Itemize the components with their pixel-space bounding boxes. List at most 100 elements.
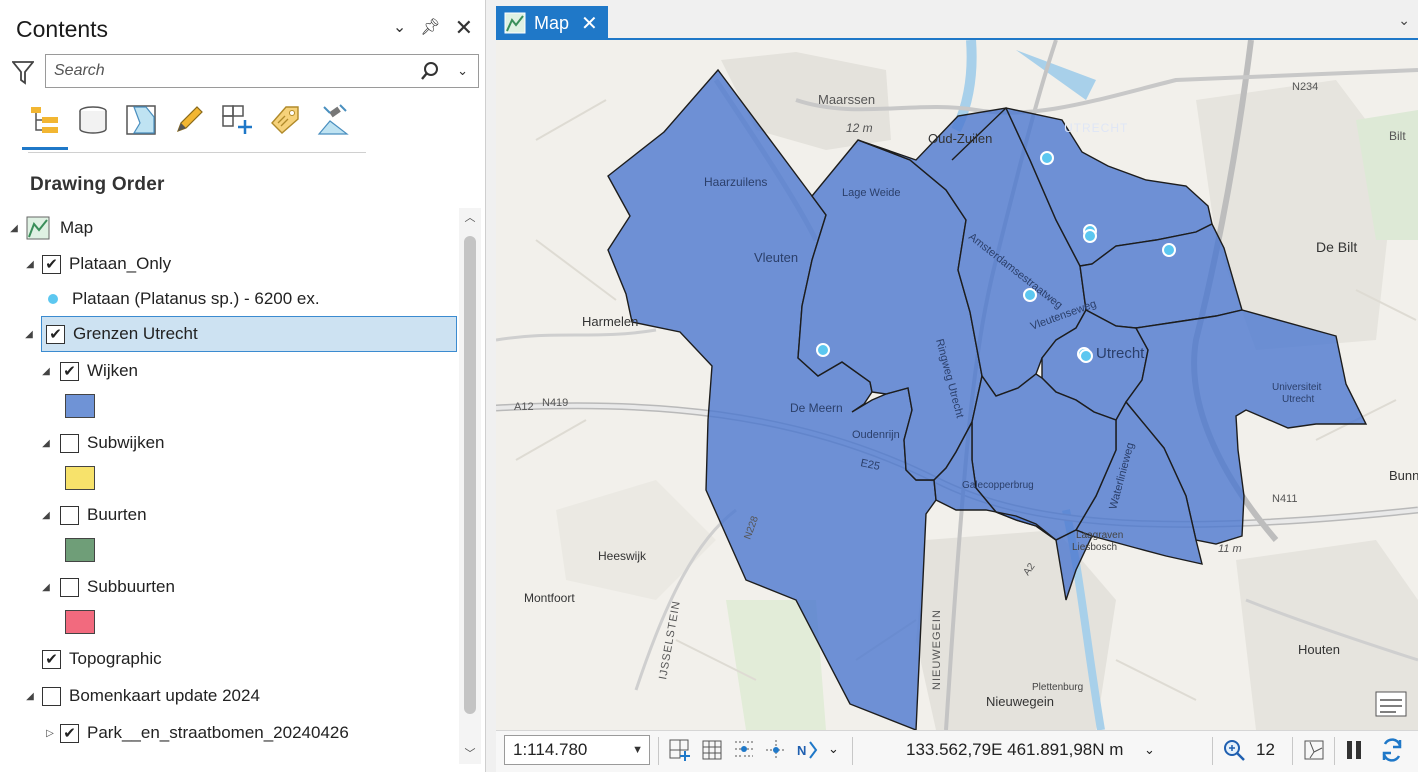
search-input[interactable] (54, 61, 414, 81)
visibility-checkbox[interactable]: ✔ (46, 324, 65, 344)
grid-guides-icon[interactable] (668, 738, 692, 762)
filter-icon[interactable] (12, 59, 34, 85)
close-icon[interactable]: ✕ (455, 17, 473, 39)
scale-dropdown-caret-icon[interactable]: ▼ (632, 736, 643, 764)
map-svg[interactable]: Maarssen 12 m Oud-Zuilen UTRECHT N234 Bi… (496, 40, 1418, 730)
tree-node-bomenkaart[interactable]: ◢ Bomenkaart update 2024 (24, 678, 260, 714)
refresh-icon[interactable] (1380, 738, 1404, 762)
label-maarssen: Maarssen (818, 92, 875, 107)
collapse-arrow-icon[interactable]: ◢ (24, 329, 34, 340)
search-icon[interactable] (420, 61, 440, 81)
expand-arrow-icon[interactable]: ▷ (44, 728, 56, 739)
subbuurten-swatch[interactable] (65, 610, 95, 634)
label-nieuwegein: Nieuwegein (986, 694, 1054, 709)
label-utrecht: Utrecht (1096, 345, 1145, 362)
north-arrow-icon[interactable]: N (796, 738, 820, 762)
collapse-arrow-icon[interactable]: ◢ (8, 223, 20, 234)
scroll-up-icon[interactable]: ︿ (459, 208, 481, 228)
tree-node-buurten[interactable]: ◢ Buurten (40, 497, 147, 533)
layer-label: Subwijken (87, 433, 165, 452)
point-symbol-icon (48, 294, 58, 304)
tree-node-map[interactable]: ◢ Map (8, 210, 93, 246)
layer-label: Park__en_straatbomen_20240426 (87, 723, 349, 742)
visibility-checkbox[interactable]: ✔ (42, 254, 61, 274)
visibility-checkbox[interactable]: ✔ (42, 649, 61, 669)
contents-scrollbar[interactable]: ︿ ﹀ (459, 208, 481, 764)
tab-overflow-chevron-icon[interactable]: ⌄ (1398, 12, 1410, 29)
visibility-checkbox[interactable]: ✔ (60, 723, 79, 743)
tree-node-subbuurten[interactable]: ◢ Subbuurten (40, 569, 175, 605)
plataan-point[interactable] (1040, 151, 1054, 165)
label-n419: N419 (542, 397, 568, 409)
collapse-arrow-icon[interactable]: ◢ (24, 691, 36, 702)
grid-icon[interactable] (700, 738, 724, 762)
map-view-pane: Map ✕ ⌄ Maarssen 12 m Oud-Zuilen UTRECHT… (494, 0, 1418, 772)
legend-label: Plataan (Platanus sp.) - 6200 ex. (72, 289, 320, 308)
visibility-checkbox[interactable] (60, 505, 79, 525)
pane-options-chevron-icon[interactable]: ⌄ (393, 18, 406, 38)
visibility-checkbox[interactable]: ✔ (60, 361, 79, 381)
tree-node-grenzen-utrecht[interactable]: ✔ Grenzen Utrecht (41, 316, 457, 352)
arcgis-pro-window: Contents ⌄ 📌︎ ✕ ⌄ (0, 0, 1418, 772)
plataan-point[interactable] (816, 343, 830, 357)
label-harmelen: Harmelen (582, 314, 638, 329)
tools-chevron-icon[interactable]: ⌄ (828, 741, 839, 757)
layer-label: Plataan_Only (69, 254, 172, 273)
plataan-point[interactable] (1162, 243, 1176, 257)
scroll-down-icon[interactable]: ﹀ (459, 744, 481, 764)
wijken-swatch[interactable] (65, 394, 95, 418)
map-canvas[interactable]: Maarssen 12 m Oud-Zuilen UTRECHT N234 Bi… (496, 40, 1418, 730)
coordinate-format-chevron-icon[interactable]: ⌄ (1144, 742, 1155, 758)
tree-node-plataan-only[interactable]: ◢ ✔ Plataan_Only (24, 246, 171, 282)
search-field[interactable]: ⌄ (45, 54, 479, 88)
list-by-selection-icon[interactable] (124, 100, 158, 140)
visibility-checkbox[interactable] (60, 433, 79, 453)
scroll-thumb[interactable] (464, 236, 476, 714)
pause-drawing-icon[interactable] (1342, 738, 1366, 762)
plataan-point[interactable] (1083, 229, 1097, 243)
list-by-labeling-icon[interactable] (268, 100, 302, 140)
label-heeswijk: Heeswijk (598, 549, 647, 563)
label-n411: N411 (1272, 493, 1297, 505)
collapse-arrow-icon[interactable]: ◢ (40, 366, 52, 377)
pane-controls: ⌄ 📌︎ ✕ (393, 17, 473, 39)
svg-text:N: N (797, 743, 806, 758)
pin-icon[interactable]: 📌︎ (420, 18, 440, 38)
label-haarzuilens: Haarzuilens (704, 175, 767, 189)
list-by-editing-icon[interactable] (172, 100, 206, 140)
visibility-checkbox[interactable] (60, 577, 79, 597)
collapse-arrow-icon[interactable]: ◢ (40, 582, 52, 593)
scale-dropdown[interactable]: 1:114.780 ▼ (504, 735, 650, 765)
list-by-perspective-imagery-icon[interactable] (316, 100, 350, 140)
section-title: Drawing Order (30, 174, 165, 195)
collapse-arrow-icon[interactable]: ◢ (40, 438, 52, 449)
search-options-chevron-icon[interactable]: ⌄ (457, 63, 468, 79)
tree-node-park-straatbomen[interactable]: ▷ ✔ Park__en_straatbomen_20240426 (44, 715, 349, 751)
collapse-arrow-icon[interactable]: ◢ (24, 259, 36, 270)
label-n234: N234 (1292, 81, 1318, 93)
plataan-point[interactable] (1079, 349, 1093, 363)
visibility-checkbox[interactable] (42, 686, 61, 706)
selected-features-icon[interactable] (1222, 738, 1246, 762)
layer-label: Bomenkaart update 2024 (69, 686, 260, 705)
constraints-icon[interactable] (764, 738, 788, 762)
list-by-data-source-icon[interactable] (76, 100, 110, 140)
tree-node-subwijken[interactable]: ◢ Subwijken (40, 425, 165, 461)
divider (1334, 737, 1335, 765)
collapse-arrow-grenzen[interactable]: ◢ (24, 316, 34, 352)
collapse-arrow-icon[interactable]: ◢ (40, 510, 52, 521)
label-bilt-short: Bilt (1389, 129, 1406, 143)
list-by-drawing-order-icon[interactable] (22, 100, 68, 150)
list-by-snapping-icon[interactable] (220, 100, 254, 140)
tree-node-wijken[interactable]: ◢ ✔ Wijken (40, 353, 138, 389)
buurten-swatch[interactable] (65, 538, 95, 562)
close-tab-icon[interactable]: ✕ (581, 11, 598, 36)
subwijken-swatch[interactable] (65, 466, 95, 490)
label-lage-weide: Lage Weide (842, 187, 901, 199)
tree-node-topographic[interactable]: ✔ Topographic (42, 641, 162, 677)
layer-label: Topographic (69, 649, 162, 668)
map-notes-icon[interactable] (1375, 691, 1407, 717)
tab-map[interactable]: Map ✕ (496, 6, 608, 40)
snapping-icon[interactable] (732, 738, 756, 762)
map-extent-icon[interactable] (1302, 738, 1326, 762)
